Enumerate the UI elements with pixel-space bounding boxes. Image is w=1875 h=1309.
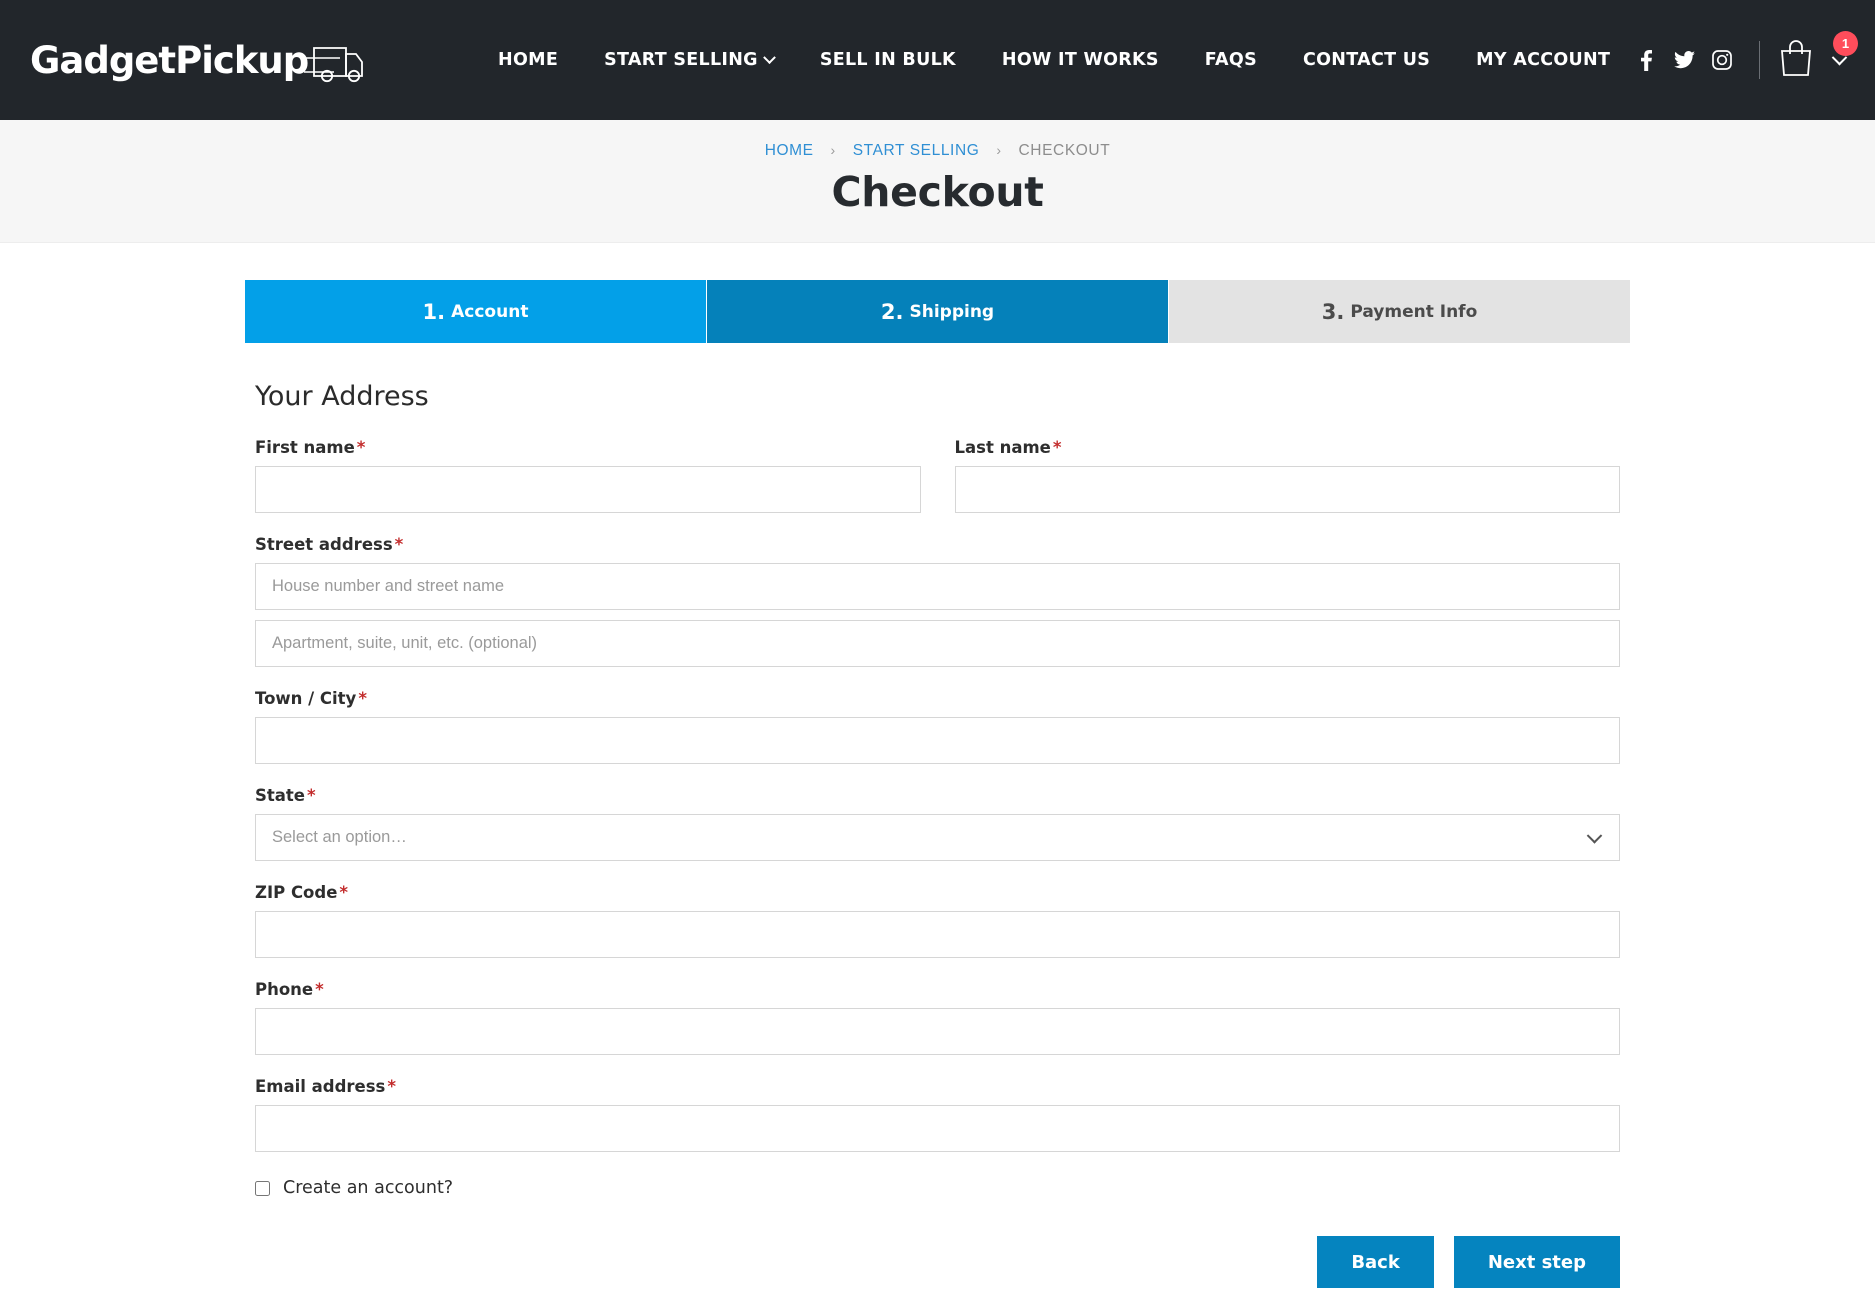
field-street-address-2 [250,620,1625,667]
header-actions: 1 [1627,30,1858,82]
step-number: 3. [1321,299,1345,324]
state-select[interactable] [255,814,1620,861]
label-text: Email address [255,1077,386,1096]
town-city-label: Town / City * [255,689,1620,708]
checkout-content: 1. Account 2. Shipping 3. Payment Info Y… [245,243,1630,1288]
instagram-icon[interactable] [1703,50,1741,70]
back-button[interactable]: Back [1317,1236,1434,1288]
street-address-2-input[interactable] [255,620,1620,667]
label-text: Town / City [255,689,357,708]
create-account-row: Create an account? [255,1178,1625,1198]
email-field[interactable] [255,1105,1620,1152]
label-text: Phone [255,980,314,999]
chevron-down-icon [762,50,776,64]
last-name-input[interactable] [954,466,1620,513]
breadcrumb: HOME › START SELLING › CHECKOUT [0,142,1875,160]
last-name-label: Last name * [955,438,1621,457]
section-title-your-address: Your Address [255,381,429,412]
required-marker: * [306,786,316,805]
field-street-address: Street address * [250,535,1625,610]
nav-item-my-account[interactable]: MY ACCOUNT [1453,50,1633,70]
nav-item-how-it-works[interactable]: HOW IT WORKS [979,50,1182,70]
step-label: Payment Info [1350,301,1478,322]
nav-item-start-selling[interactable]: START SELLING [581,50,797,70]
nav-item-faqs[interactable]: FAQS [1182,50,1280,70]
street-address-input[interactable] [255,563,1620,610]
label-text: Street address [255,535,393,554]
nav-label: SELL IN BULK [819,50,956,70]
nav-label: HOW IT WORKS [1001,50,1159,70]
name-row: First name * Last name * [250,438,1625,535]
label-text: State [255,786,305,805]
state-select-wrapper [255,814,1620,861]
first-name-input[interactable] [255,466,921,513]
logo-text: GadgetPickup [30,38,309,82]
facebook-icon[interactable] [1627,49,1665,71]
page-titlebar: HOME › START SELLING › CHECKOUT Checkout [0,120,1875,243]
truck-icon [300,42,366,89]
next-step-button[interactable]: Next step [1453,1236,1620,1288]
step-number: 1. [422,299,446,324]
twitter-icon[interactable] [1665,51,1703,69]
breadcrumb-item-home[interactable]: HOME [765,142,814,159]
nav-label: CONTACT US [1302,50,1431,70]
site-logo[interactable]: GadgetPickup [30,32,364,89]
required-marker: * [356,438,366,457]
required-marker: * [387,1077,397,1096]
required-marker: * [358,689,367,708]
required-marker: * [315,980,324,999]
breadcrumb-item-start-selling[interactable]: START SELLING [853,142,980,159]
zip-code-input[interactable] [255,911,1620,958]
step-tab-account[interactable]: 1. Account [245,280,707,343]
nav-label: FAQS [1204,50,1257,70]
step-label: Shipping [909,301,995,322]
form-actions: Back Next step [250,1236,1625,1288]
step-tab-payment-info[interactable]: 3. Payment Info [1169,280,1630,343]
nav-label: MY ACCOUNT [1476,50,1611,70]
town-city-input[interactable] [255,717,1620,764]
phone-input[interactable] [255,1008,1620,1055]
label-text: ZIP Code [255,883,338,902]
label-text: Last name [954,438,1051,457]
field-email-address: Email address * [250,1077,1625,1152]
site-header: GadgetPickup HOME START SELLING SELL IN … [0,0,1875,120]
field-zip-code: ZIP Code * [250,883,1625,958]
required-marker: * [1052,438,1062,457]
main-navigation: HOME START SELLING SELL IN BULK HOW IT W… [475,50,1633,70]
field-state: State * [250,786,1625,861]
breadcrumb-separator: › [996,142,1002,158]
street-address-label: Street address * [255,535,1620,554]
email-address-label: Email address * [255,1077,1620,1096]
label-text: First name [255,438,355,457]
state-label: State * [255,786,1620,805]
cart-button[interactable]: 1 [1778,30,1858,82]
header-divider [1759,41,1760,79]
phone-label: Phone * [255,980,1620,999]
required-marker: * [394,535,404,554]
breadcrumb-item-checkout: CHECKOUT [1018,142,1111,159]
nav-label: HOME [498,50,559,70]
nav-item-contact-us[interactable]: CONTACT US [1280,50,1453,70]
breadcrumb-separator: › [830,142,836,158]
checkout-steps: 1. Account 2. Shipping 3. Payment Info [245,280,1630,343]
nav-item-home[interactable]: HOME [475,50,581,70]
field-last-name: Last name * [950,438,1626,513]
field-phone: Phone * [250,980,1625,1055]
shopping-bag-icon [1778,39,1814,82]
first-name-label: First name * [255,438,921,457]
step-tab-shipping[interactable]: 2. Shipping [707,280,1169,343]
field-town-city: Town / City * [250,689,1625,764]
create-account-checkbox[interactable] [255,1180,270,1196]
create-account-label: Create an account? [283,1178,454,1198]
field-first-name: First name * [250,438,926,513]
zip-code-label: ZIP Code * [255,883,1620,902]
page-title: Checkout [831,168,1044,216]
step-label: Account [451,301,529,322]
step-number: 2. [880,299,904,324]
required-marker: * [339,883,349,902]
nav-item-sell-in-bulk[interactable]: SELL IN BULK [797,50,979,70]
nav-label: START SELLING [604,50,758,70]
address-form: Your Address First name * Last name * St… [245,381,1630,1288]
